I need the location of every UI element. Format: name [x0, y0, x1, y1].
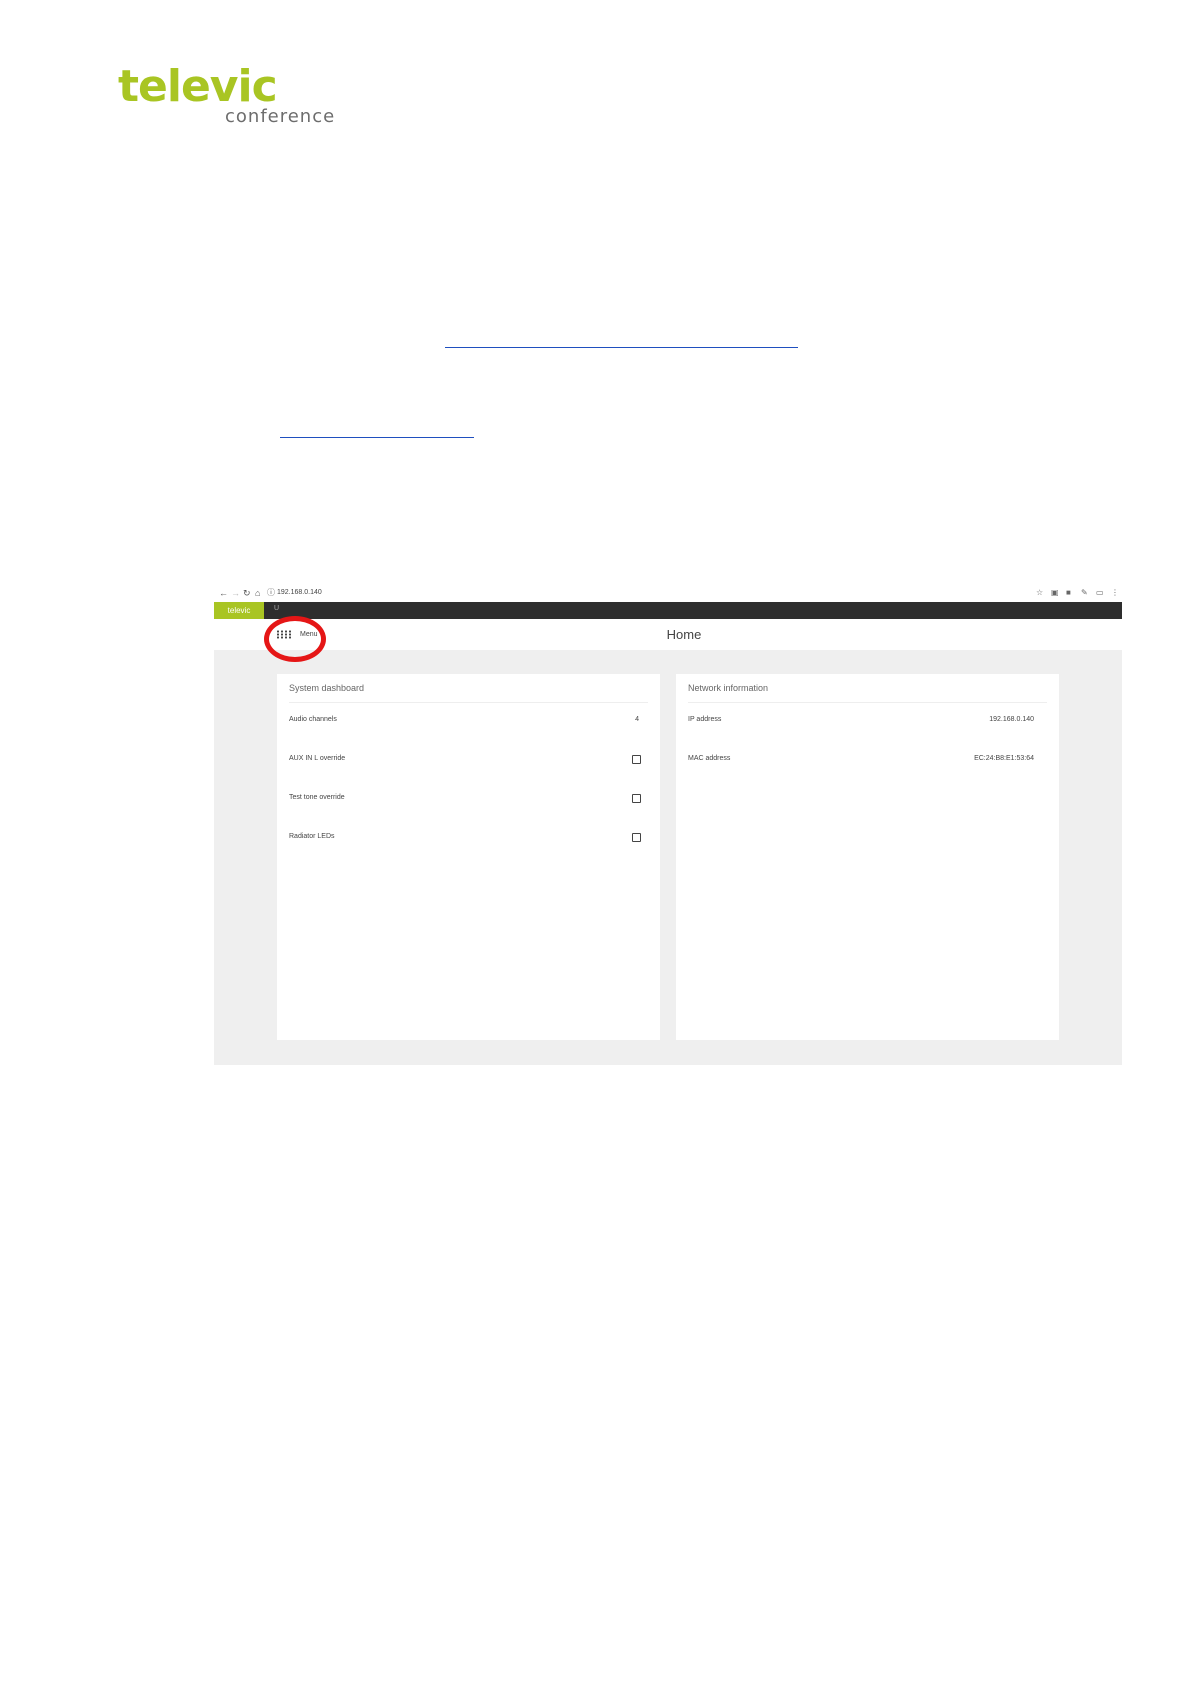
app-topbar: televic U [214, 602, 1122, 619]
row-label: Test tone override [289, 794, 345, 801]
browser-toolbar: ← → ↻ ⌂ ⓘ 192.168.0.140 ☆ ▣ ■ ✎ ▭ ⋮ [214, 584, 1122, 603]
radiator-leds-row: Radiator LEDs [289, 831, 643, 843]
logo-brand: televic [118, 61, 278, 112]
ip-address-value: 192.168.0.140 [989, 716, 1034, 723]
reload-icon[interactable]: ↻ [243, 587, 251, 599]
test-tone-override-row: Test tone override [289, 792, 643, 804]
row-label: IP address [688, 716, 722, 723]
radiator-leds-checkbox[interactable] [632, 833, 641, 842]
home-icon[interactable]: ⌂ [255, 587, 260, 599]
extension-icon[interactable]: ■ [1066, 587, 1071, 599]
document-link[interactable] [445, 347, 798, 348]
ip-address-row: IP address 192.168.0.140 [688, 714, 1042, 726]
logo-subtitle: conference [225, 106, 336, 127]
row-label: Radiator LEDs [289, 833, 335, 840]
address-bar[interactable]: 192.168.0.140 [277, 588, 322, 598]
mac-address-row: MAC address EC:24:B8:E1:53:64 [688, 753, 1042, 765]
test-tone-override-checkbox[interactable] [632, 794, 641, 803]
cast-icon[interactable]: ▭ [1096, 587, 1104, 599]
more-icon[interactable]: ⋮ [1111, 587, 1119, 599]
system-dashboard-panel: System dashboard Audio channels 4 AUX IN… [277, 674, 660, 1040]
panel-title: System dashboard [289, 674, 648, 703]
forward-icon[interactable]: → [231, 587, 240, 599]
document-link[interactable] [280, 437, 474, 438]
page-header: Home Menu [214, 619, 1122, 650]
extension-icon[interactable]: ✎ [1081, 587, 1088, 599]
menu-highlight-circle [264, 616, 326, 662]
webui-screenshot: ← → ↻ ⌂ ⓘ 192.168.0.140 ☆ ▣ ■ ✎ ▭ ⋮ tele… [214, 584, 1122, 1065]
televic-conference-logo: televic conference [118, 62, 358, 132]
row-label: AUX IN L override [289, 755, 346, 762]
mac-address-value: EC:24:B8:E1:53:64 [974, 755, 1034, 762]
aux-in-override-checkbox[interactable] [632, 755, 641, 764]
panel-title: Network information [688, 674, 1047, 703]
topbar-crumb: U [274, 605, 280, 612]
extension-icon[interactable]: ▣ [1051, 587, 1059, 599]
info-icon: ⓘ [267, 588, 275, 597]
row-label: MAC address [688, 755, 731, 762]
aux-in-override-row: AUX IN L override [289, 753, 643, 765]
audio-channels-value: 4 [635, 716, 639, 723]
back-icon[interactable]: ← [219, 587, 228, 599]
star-icon[interactable]: ☆ [1036, 587, 1043, 599]
network-information-panel: Network information IP address 192.168.0… [676, 674, 1059, 1040]
page-title: Home [666, 627, 702, 642]
audio-channels-row: Audio channels 4 [289, 714, 643, 726]
row-label: Audio channels [289, 716, 337, 723]
app-brand[interactable]: televic [214, 602, 264, 619]
